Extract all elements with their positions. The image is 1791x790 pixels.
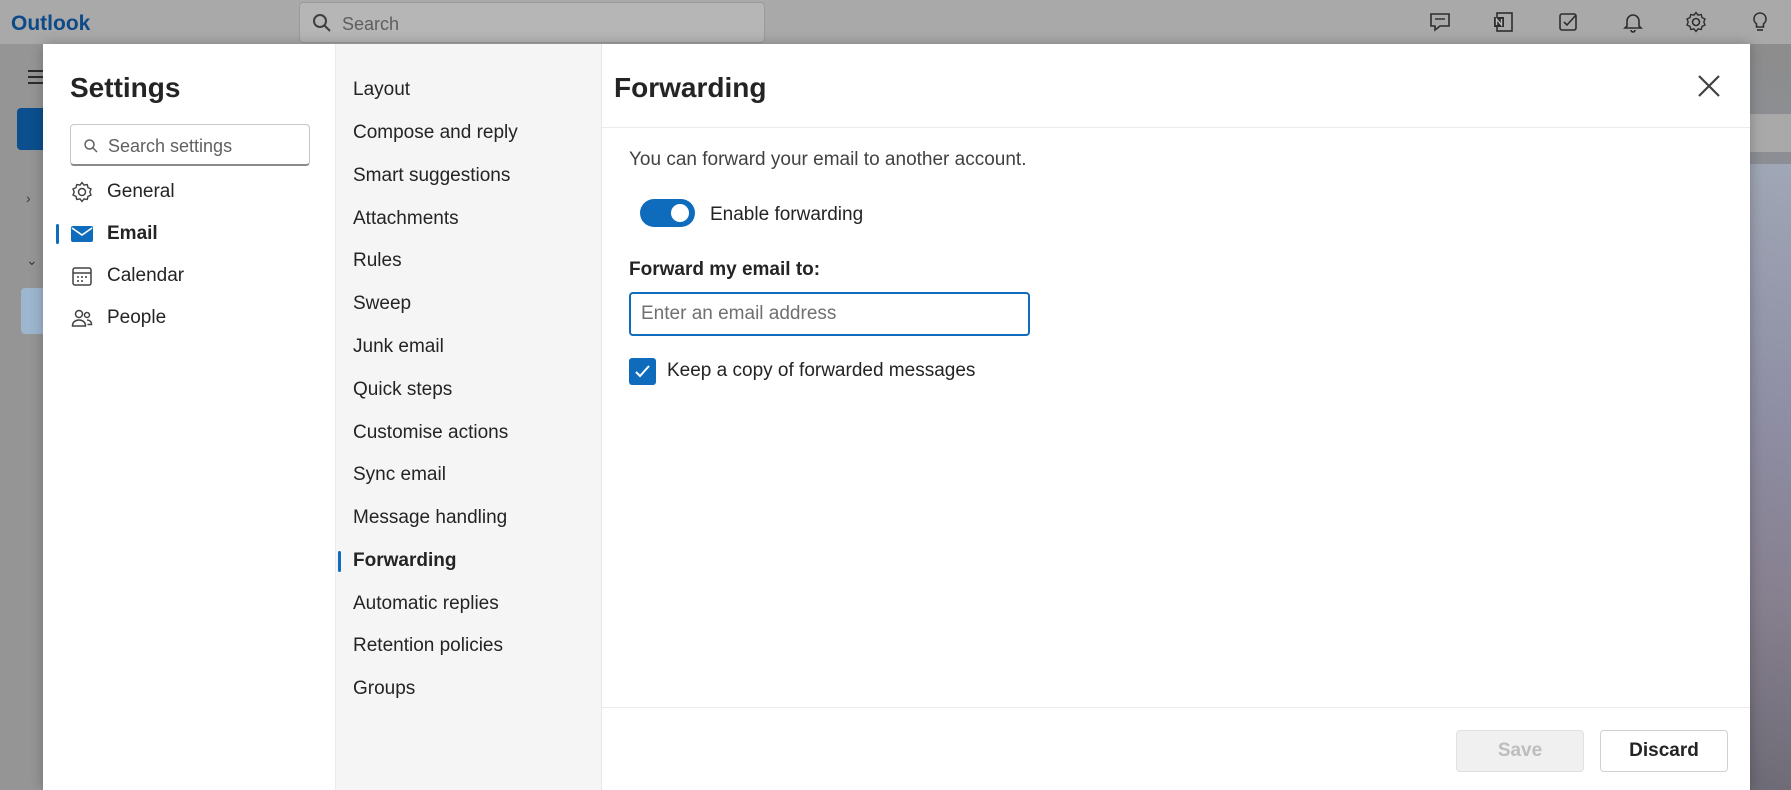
forwarding-description: You can forward your email to another ac… — [629, 149, 1027, 170]
section-label: Attachments — [353, 208, 459, 229]
gear-icon — [70, 180, 94, 204]
category-label: General — [107, 181, 175, 202]
section-sync-email[interactable]: Sync email — [336, 456, 603, 494]
background-toolbar-strip — [1750, 114, 1791, 152]
section-label: Compose and reply — [353, 122, 518, 143]
chevron-right-icon[interactable]: › — [26, 190, 31, 206]
gear-icon[interactable] — [1684, 10, 1708, 34]
keep-copy-checkbox[interactable] — [629, 358, 656, 385]
mail-icon — [70, 222, 94, 246]
section-label: Retention policies — [353, 635, 503, 656]
bell-icon[interactable] — [1621, 10, 1645, 34]
email-sections-column: Layout Compose and reply Smart suggestio… — [335, 44, 602, 790]
section-label: Forwarding — [353, 550, 457, 571]
section-forwarding[interactable]: Forwarding — [336, 542, 603, 580]
close-icon[interactable] — [1691, 68, 1727, 104]
section-label: Quick steps — [353, 379, 453, 400]
section-label: Customise actions — [353, 422, 509, 443]
enable-forwarding-toggle[interactable] — [640, 199, 695, 227]
app-top-bar: Outlook Search — [0, 0, 1791, 44]
calendar-icon — [70, 264, 94, 288]
section-label: Smart suggestions — [353, 165, 511, 186]
global-search-placeholder: Search — [342, 14, 400, 34]
background-image — [1750, 164, 1791, 790]
toggle-knob — [671, 204, 689, 222]
keep-copy-label: Keep a copy of forwarded messages — [667, 360, 976, 381]
checkmark-icon — [635, 365, 650, 378]
chevron-down-icon[interactable]: ⌄ — [26, 252, 38, 269]
category-label: People — [107, 307, 167, 328]
header-divider — [602, 127, 1750, 128]
section-smart-suggestions[interactable]: Smart suggestions — [336, 157, 603, 195]
section-sweep[interactable]: Sweep — [336, 285, 603, 323]
section-label: Groups — [353, 678, 416, 699]
background-selected-folder[interactable] — [21, 288, 44, 334]
pane-title: Forwarding — [614, 72, 767, 103]
settings-title: Settings — [70, 72, 181, 103]
mail-app-tile[interactable] — [17, 108, 44, 150]
forward-to-label: Forward my email to: — [629, 259, 821, 280]
section-junk-email[interactable]: Junk email — [336, 328, 603, 366]
section-label: Rules — [353, 250, 402, 271]
section-customise-actions[interactable]: Customise actions — [336, 414, 603, 452]
save-button[interactable]: Save — [1456, 730, 1584, 772]
search-icon — [312, 13, 332, 38]
app-brand[interactable]: Outlook — [11, 12, 90, 36]
hamburger-menu-icon[interactable] — [28, 70, 44, 84]
category-general[interactable]: General — [43, 174, 335, 210]
section-layout[interactable]: Layout — [336, 71, 603, 109]
section-quick-steps[interactable]: Quick steps — [336, 371, 603, 409]
section-rules[interactable]: Rules — [336, 242, 603, 280]
settings-category-column: Settings Search settings General Email C… — [43, 44, 335, 790]
section-label: Sweep — [353, 293, 412, 314]
section-label: Automatic replies — [353, 593, 499, 614]
background-nav-rail — [0, 44, 44, 790]
discard-button[interactable]: Discard — [1600, 730, 1728, 772]
forward-email-input[interactable] — [629, 292, 1030, 336]
lightbulb-icon[interactable] — [1748, 10, 1772, 34]
background-reading-pane — [1750, 44, 1791, 790]
category-email[interactable]: Email — [43, 216, 335, 252]
section-attachments[interactable]: Attachments — [336, 200, 603, 238]
people-icon — [70, 306, 94, 330]
section-retention-policies[interactable]: Retention policies — [336, 627, 603, 665]
search-icon — [83, 138, 99, 159]
settings-search-box[interactable]: Search settings — [70, 124, 310, 166]
category-label: Email — [107, 223, 158, 244]
section-compose-and-reply[interactable]: Compose and reply — [336, 114, 603, 152]
section-label: Junk email — [353, 336, 444, 357]
category-label: Calendar — [107, 265, 185, 286]
section-label: Sync email — [353, 464, 446, 485]
section-message-handling[interactable]: Message handling — [336, 499, 603, 537]
chat-icon[interactable] — [1428, 10, 1452, 34]
settings-search-placeholder: Search settings — [108, 136, 233, 156]
section-automatic-replies[interactable]: Automatic replies — [336, 585, 603, 623]
enable-forwarding-label: Enable forwarding — [710, 204, 864, 225]
section-groups[interactable]: Groups — [336, 670, 603, 708]
section-label: Message handling — [353, 507, 508, 528]
footer-divider — [602, 707, 1750, 708]
global-search-box[interactable]: Search — [299, 2, 765, 43]
category-calendar[interactable]: Calendar — [43, 258, 335, 294]
category-people[interactable]: People — [43, 300, 335, 336]
todo-icon[interactable] — [1557, 10, 1581, 34]
settings-dialog: Settings Search settings General Email C… — [43, 44, 1750, 790]
onenote-icon[interactable] — [1492, 10, 1516, 34]
section-label: Layout — [353, 79, 411, 100]
